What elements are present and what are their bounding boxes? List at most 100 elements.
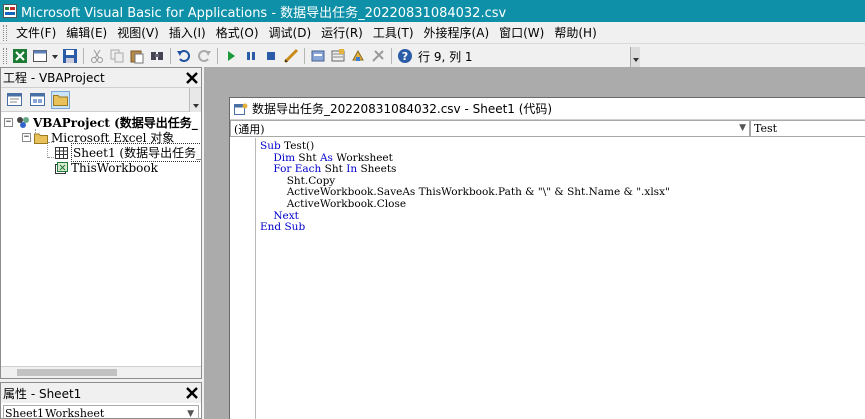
insert-dropdown-icon[interactable]	[51, 47, 59, 65]
code-line[interactable]: End Sub	[260, 221, 305, 233]
tree-node-thisworkbook[interactable]: ThisWorkbook	[54, 160, 158, 175]
properties-close-button[interactable]	[183, 384, 201, 402]
folder-open-icon	[34, 131, 48, 144]
menu-edit[interactable]: 编辑(E)	[61, 23, 112, 43]
toggle-folders-button[interactable]	[51, 90, 70, 109]
code-line[interactable]: Sht.Copy	[260, 174, 336, 187]
code-window-titlebar[interactable]: 数据导出任务_20220831084032.csv - Sheet1 (代码)	[230, 98, 865, 119]
code-window-title: 数据导出任务_20220831084032.csv - Sheet1 (代码)	[252, 102, 553, 116]
view-object-button[interactable]	[28, 91, 47, 109]
menu-tools[interactable]: 工具(T)	[368, 23, 419, 43]
design-mode-icon[interactable]	[282, 47, 300, 65]
code-text: Sheets	[357, 163, 397, 176]
code-keyword: Sub	[260, 140, 281, 152]
code-keyword: For Each	[273, 163, 322, 176]
properties-header: 属性 - Sheet1	[1, 383, 201, 403]
view-excel-icon[interactable]	[11, 47, 29, 65]
folder-icon	[53, 95, 68, 106]
redo-icon[interactable]	[195, 47, 213, 65]
cursor-position-readout: 行 9, 列 1	[418, 49, 473, 64]
undo-icon[interactable]	[175, 47, 193, 65]
paste-icon[interactable]	[128, 47, 146, 65]
toolbox-icon[interactable]	[369, 47, 387, 65]
properties-title: 属性 - Sheet1	[3, 386, 82, 401]
insert-userform-icon[interactable]	[31, 47, 49, 65]
code-text: Sht.Copy	[260, 174, 336, 187]
code-line[interactable]: ActiveWorkbook.Close	[260, 198, 406, 210]
project-explorer-close-button[interactable]	[183, 69, 201, 87]
find-icon[interactable]	[148, 47, 166, 65]
toolbar-separator	[304, 48, 305, 64]
code-line[interactable]: Dim Sht As Worksheet	[260, 152, 393, 164]
toolbar-options-button[interactable]	[630, 47, 640, 67]
code-text: Worksheet	[332, 151, 393, 164]
code-text: Sht	[321, 163, 347, 176]
vba-app-icon[interactable]	[3, 4, 17, 18]
code-text: ActiveWorkbook.SaveAs ThisWorkbook.Path …	[260, 186, 670, 199]
mdi-workspace: 数据导出任务_20220831084032.csv - Sheet1 (代码) …	[204, 67, 865, 419]
title-bar: Microsoft Visual Basic for Applications …	[0, 0, 865, 22]
watermark-text: CSDN @临时工-冯宝宝	[689, 392, 847, 410]
menu-help[interactable]: 帮助(H)	[549, 23, 601, 43]
properties-object-type: Worksheet	[45, 406, 105, 419]
procedure-combo[interactable]: Test	[750, 120, 865, 137]
code-line[interactable]: Sub Test()	[260, 140, 314, 152]
project-explorer-icon[interactable]	[309, 47, 327, 65]
toolbar-separator	[170, 48, 171, 64]
copy-icon[interactable]	[108, 47, 126, 65]
code-text: Sht	[295, 151, 320, 164]
code-margin-indicator-bar[interactable]	[230, 138, 256, 419]
code-keyword: As	[319, 151, 333, 164]
project-toolbar-overflow-button[interactable]	[189, 88, 201, 112]
project-tree: − VBAProject (数据导出任务_ − Microsoft Excel …	[1, 113, 201, 363]
code-editor[interactable]: Sub Test() Dim Sht As Worksheet For Each…	[256, 138, 865, 419]
toolbar-separator	[391, 48, 392, 64]
window-title: Microsoft Visual Basic for Applications …	[21, 5, 507, 21]
save-icon[interactable]	[61, 47, 79, 65]
view-object-icon	[30, 93, 45, 106]
run-icon[interactable]	[222, 47, 240, 65]
project-explorer-pane: 工程 - VBAProject − VBAProject (数据导出任务_ − …	[0, 67, 202, 379]
menu-format[interactable]: 格式(O)	[211, 23, 264, 43]
tree-node-sheet1[interactable]: Sheet1 (数据导出任务_	[54, 143, 201, 162]
object-combo-value: (通用)	[234, 122, 265, 136]
code-window-icon	[234, 103, 248, 115]
properties-window-icon[interactable]	[329, 47, 347, 65]
properties-object-select[interactable]: Sheet1 Worksheet ▼	[3, 405, 199, 419]
scrollbar-thumb[interactable]	[17, 369, 117, 376]
reset-icon[interactable]	[262, 47, 280, 65]
code-line[interactable]: For Each Sht In Sheets	[260, 163, 396, 175]
tree-node-vbaproject[interactable]: − VBAProject (数据导出任务_	[4, 115, 198, 130]
code-line[interactable]: Next	[260, 210, 299, 222]
properties-pane: 属性 - Sheet1 Sheet1 Worksheet ▼	[0, 382, 202, 419]
break-icon[interactable]	[242, 47, 260, 65]
menubar-grip[interactable]	[3, 24, 7, 41]
object-browser-icon[interactable]	[349, 47, 367, 65]
code-keyword: End Sub	[260, 221, 306, 234]
toolbar-grip[interactable]	[3, 48, 7, 64]
collapse-toggle[interactable]: −	[4, 118, 13, 127]
menu-insert[interactable]: 插入(I)	[164, 23, 211, 43]
procedure-combo-value: Test	[754, 122, 778, 135]
code-line[interactable]: ActiveWorkbook.SaveAs ThisWorkbook.Path …	[260, 186, 670, 198]
code-text: ActiveWorkbook.Close	[260, 198, 407, 210]
menu-debug[interactable]: 调试(D)	[264, 23, 317, 43]
menu-window[interactable]: 窗口(W)	[494, 23, 549, 43]
properties-object-name: Sheet1	[5, 406, 45, 419]
cut-icon[interactable]	[88, 47, 106, 65]
tree-label-thisworkbook: ThisWorkbook	[71, 160, 158, 175]
object-combo[interactable]: (通用) ▼	[230, 120, 750, 137]
project-tree-horizontal-scrollbar[interactable]	[1, 366, 201, 378]
collapse-toggle[interactable]: −	[22, 133, 31, 142]
menu-addins[interactable]: 外接程序(A)	[419, 23, 495, 43]
help-icon[interactable]: ?	[396, 47, 414, 65]
menu-run[interactable]: 运行(R)	[316, 23, 368, 43]
project-explorer-header: 工程 - VBAProject	[1, 68, 201, 88]
chevron-down-icon: ▼	[187, 409, 194, 419]
menu-file[interactable]: 文件(F)	[11, 23, 61, 43]
view-code-button[interactable]	[5, 91, 24, 109]
menu-view[interactable]: 视图(V)	[112, 23, 164, 43]
workbook-icon	[54, 161, 68, 174]
